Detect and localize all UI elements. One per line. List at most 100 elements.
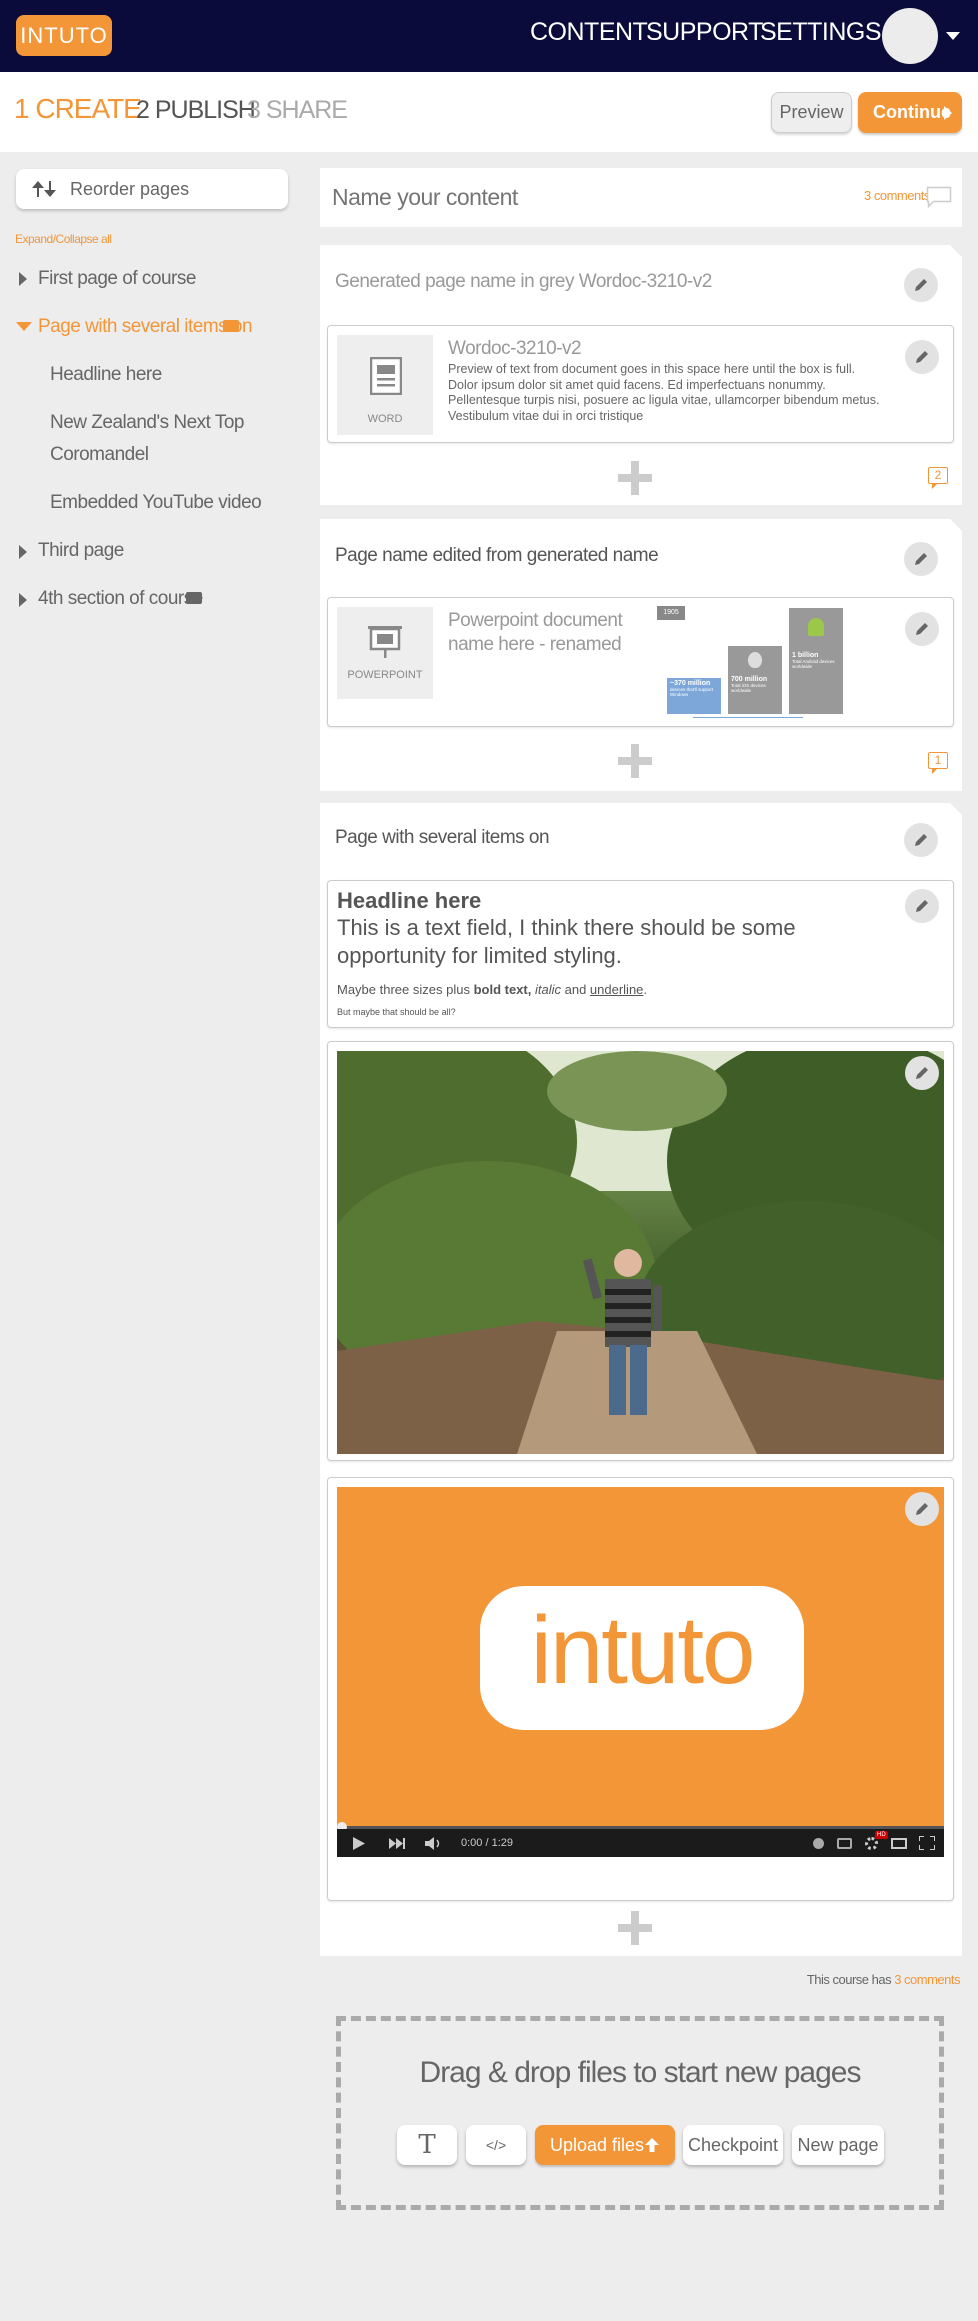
page-comment-count[interactable]: 1 [928, 752, 948, 774]
page-title[interactable]: Page name edited from generated name [335, 545, 659, 567]
expand-collapse-link[interactable]: Expand/Collapse all [15, 232, 112, 246]
word-doc-name[interactable]: Wordoc-3210-v2 [448, 338, 582, 360]
powerpoint-label: POWERPOINT [347, 669, 423, 681]
checkpoint-button[interactable]: Checkpoint [683, 2125, 783, 2165]
reorder-pages-button[interactable]: Reorder pages [16, 169, 288, 209]
page-title[interactable]: Page with several items on [335, 827, 550, 849]
page-panel-3: Page with several items on Headline here… [320, 803, 962, 1956]
sidebar-item-headline[interactable]: Headline here [50, 364, 162, 386]
forest-photo[interactable] [337, 1051, 944, 1454]
edit-pencil-icon[interactable] [905, 889, 939, 923]
volume-icon[interactable] [425, 1837, 443, 1850]
preview-button[interactable]: Preview [771, 92, 852, 133]
text-and: and [561, 982, 590, 997]
top-bar: INTUTO CONTENT SUPPORT SETTINGS [0, 0, 978, 72]
windows-stat-bar: ~370 million devices that'll support Win… [667, 678, 721, 714]
edit-pencil-icon[interactable] [905, 612, 939, 646]
expand-arrow-icon[interactable] [19, 272, 27, 286]
edit-pencil-icon[interactable] [905, 340, 939, 374]
upload-arrow-icon [645, 2138, 659, 2152]
content-name-input[interactable] [332, 180, 832, 214]
edit-pencil-icon[interactable] [904, 542, 938, 576]
add-text-button[interactable]: T [397, 2125, 457, 2165]
avatar[interactable] [882, 8, 938, 64]
hd-badge: HD [875, 1831, 888, 1839]
text-italic-sample: italic [534, 982, 561, 997]
photo-scene [337, 1051, 944, 1454]
add-code-button[interactable]: </> [466, 2125, 526, 2165]
edit-pencil-icon[interactable] [905, 1492, 939, 1526]
page-panel-2: Page name edited from generated name POW… [320, 519, 962, 791]
sidebar-item-nz-top[interactable]: New Zealand's Next Top [50, 412, 245, 434]
theater-mode-icon[interactable] [891, 1838, 907, 1849]
android-stat-sub: Total Android devices worldwide [792, 659, 835, 669]
ios-stat: 700 million [731, 676, 768, 683]
slide-tag: 1905 [657, 606, 685, 620]
clock-icon[interactable] [813, 1838, 824, 1849]
intuto-logo[interactable]: INTUTO [16, 15, 112, 56]
expand-arrow-icon[interactable] [19, 593, 27, 607]
nav-support[interactable]: SUPPORT [646, 18, 763, 47]
comment-bubble-icon[interactable] [186, 592, 202, 604]
ios-stat-bar: 700 million Total iOS devices worldwide [728, 646, 782, 714]
nav-settings[interactable]: SETTINGS [760, 18, 882, 47]
captions-icon[interactable] [837, 1838, 852, 1849]
word-doc-thumb: WORD [337, 335, 433, 435]
reorder-arrows-icon [32, 181, 56, 197]
content-comments-link[interactable]: 3 comments [864, 188, 930, 203]
comment-bubble-icon[interactable] [223, 320, 239, 332]
text-body-small[interactable]: Maybe three sizes plus bold text, italic… [337, 982, 647, 997]
add-item-plus-icon[interactable] [618, 1911, 652, 1945]
expand-arrow-icon[interactable] [19, 545, 27, 559]
step-publish[interactable]: 2 PUBLISH [136, 96, 256, 125]
next-icon[interactable] [389, 1838, 405, 1849]
course-comments-link[interactable]: 3 comments [894, 1972, 960, 1987]
video-time: 0:00 / 1:29 [461, 1837, 513, 1849]
add-item-plus-icon[interactable] [618, 461, 652, 495]
sidebar-item-first-page[interactable]: First page of course [38, 268, 196, 290]
sidebar-item-coromandel[interactable]: Coromandel [50, 444, 149, 466]
continue-button[interactable]: Continue [858, 92, 962, 133]
edit-pencil-icon[interactable] [904, 268, 938, 302]
text-item-card: Headline here This is a text field, I th… [327, 880, 954, 1028]
edit-pencil-icon[interactable] [905, 1056, 939, 1090]
ios-stat-sub: Total iOS devices worldwide [731, 683, 766, 693]
text-body-large[interactable]: This is a text field, I think there shou… [337, 914, 897, 970]
drop-zone-title: Drag & drop files to start new pages [419, 2056, 862, 2089]
collapse-arrow-icon[interactable] [16, 322, 32, 331]
document-icon [370, 357, 402, 395]
presentation-icon [368, 626, 402, 658]
step-share[interactable]: 3 SHARE [247, 96, 348, 125]
upload-files-button[interactable]: Upload files [535, 2125, 675, 2165]
course-comments: This course has 3 comments [700, 1972, 961, 1987]
add-item-plus-icon[interactable] [618, 744, 652, 778]
slide-baseline [693, 717, 803, 718]
sidebar-item-third-page[interactable]: Third page [38, 540, 124, 562]
sidebar-item-4th-section[interactable]: 4th section of course [38, 588, 203, 610]
drop-zone[interactable]: Drag & drop files to start new pages [336, 2016, 944, 2210]
page-panel-1: Generated page name in grey Wordoc-3210-… [320, 245, 962, 505]
fullscreen-icon[interactable] [919, 1836, 935, 1850]
page-title[interactable]: Generated page name in grey Wordoc-3210-… [335, 271, 712, 293]
text-tiny[interactable]: But maybe that should be all? [337, 1007, 456, 1017]
android-stat: 1 billion [792, 652, 819, 659]
page-comment-count[interactable]: 2 [928, 467, 948, 489]
play-icon[interactable] [353, 1837, 365, 1850]
comment-bubble-icon[interactable] [926, 186, 952, 208]
sidebar-item-youtube[interactable]: Embedded YouTube video [50, 492, 262, 514]
reorder-pages-label: Reorder pages [70, 179, 190, 199]
video-item-card: intuto 0:00 / 1:29 HD [327, 1477, 954, 1901]
ppt-name-line1[interactable]: Powerpoint document [448, 610, 623, 632]
intuto-video-logo-text: intuto [530, 1597, 756, 1704]
course-comments-prefix: This course has [806, 1972, 895, 1987]
nav-content[interactable]: CONTENT [530, 18, 648, 47]
sidebar-item-page-several-items[interactable]: Page with several items on [38, 316, 253, 338]
edit-pencil-icon[interactable] [904, 823, 938, 857]
text-underline-sample: underline [589, 982, 644, 997]
account-menu-caret-icon[interactable] [946, 32, 960, 40]
new-page-button[interactable]: New page [792, 2125, 884, 2165]
text-headline[interactable]: Headline here [337, 888, 481, 914]
step-create[interactable]: 1 CREATE [14, 93, 142, 125]
ppt-name-line2[interactable]: name here - renamed [448, 634, 622, 656]
video-player[interactable]: intuto 0:00 / 1:29 HD [337, 1487, 944, 1857]
